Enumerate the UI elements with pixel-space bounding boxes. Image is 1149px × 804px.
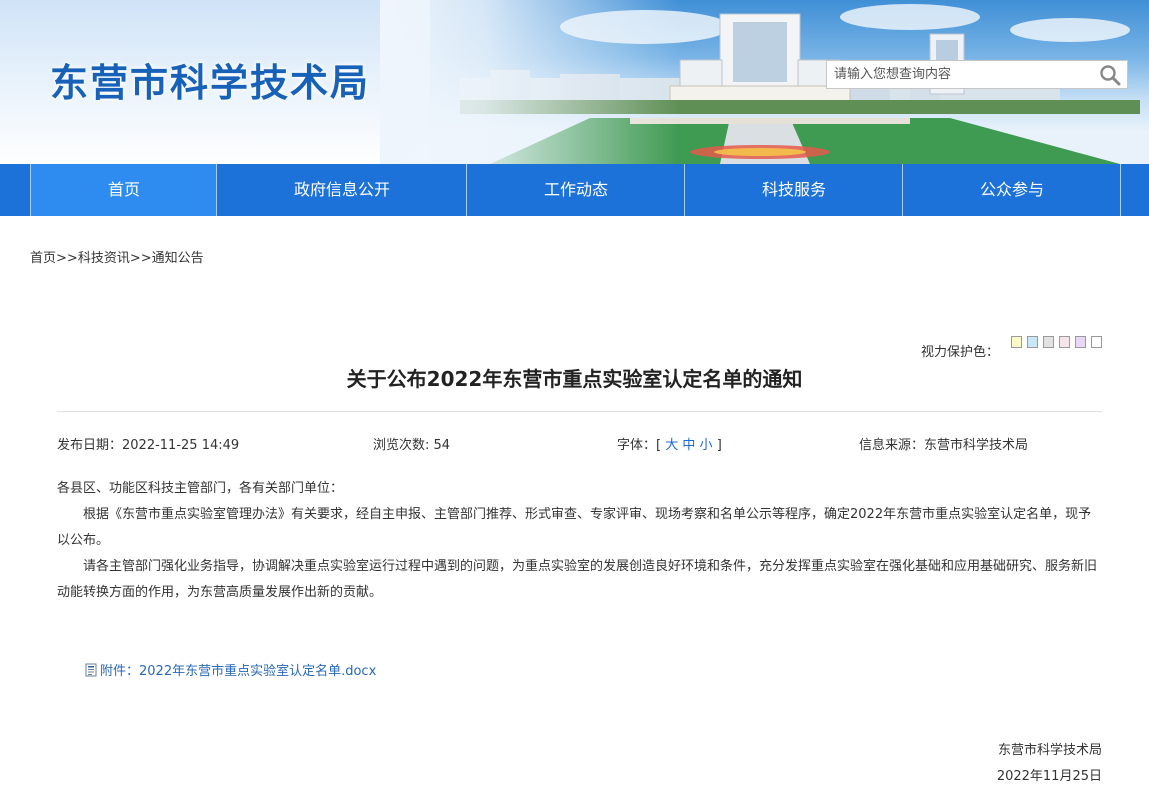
font-small-link[interactable]: 小 — [700, 438, 713, 453]
document-icon — [85, 663, 97, 677]
info-source: 信息来源：东营市科学技术局 — [859, 438, 1029, 453]
eye-protect-label: 视力保护色： — [921, 345, 1000, 360]
nav-item-tech-service[interactable]: 科技服务 — [684, 164, 903, 216]
paragraph: 请各主管部门强化业务指导，协调解决重点实验室运行过程中遇到的问题，为重点实验室的… — [57, 559, 1098, 600]
nav-item-work-news[interactable]: 工作动态 — [466, 164, 685, 216]
signature-date: 2022年11月25日 — [996, 769, 1102, 784]
breadcrumb-sep: >> — [129, 251, 152, 266]
eye-color-swatch[interactable] — [1011, 336, 1022, 348]
banner-fade — [380, 0, 680, 164]
article-title: 关于公布2022年东营市重点实验室认定名单的通知 — [346, 367, 803, 391]
paragraph: 根据《东营市重点实验室管理办法》有关要求，经自主申报、主管部门推荐、形式审查、专… — [57, 507, 1092, 548]
eye-color-swatch[interactable] — [1043, 336, 1054, 348]
breadcrumb: 首页>>科技资讯>>通知公告 — [30, 247, 204, 266]
eye-color-swatch[interactable] — [1059, 336, 1070, 348]
publish-date: 发布日期：2022-11-25 14:49 — [57, 438, 240, 453]
breadcrumb-sep: >> — [56, 251, 78, 266]
eye-color-swatch[interactable] — [1075, 336, 1086, 348]
breadcrumb-tech-news[interactable]: 科技资讯 — [78, 251, 130, 266]
eye-color-swatch[interactable] — [1091, 336, 1102, 348]
font-size-switcher: 字体：[ 大 中 小 ] — [617, 438, 722, 453]
breadcrumb-notices[interactable]: 通知公告 — [152, 251, 204, 266]
title-divider — [57, 411, 1102, 412]
site-title: 东营市科学技术局 — [50, 61, 371, 105]
search-box — [826, 60, 1128, 89]
main-nav: 首页 政府信息公开 工作动态 科技服务 公众参与 — [0, 164, 1149, 216]
nav-item-public[interactable]: 公众参与 — [902, 164, 1121, 216]
nav-item-home[interactable]: 首页 — [30, 164, 217, 216]
article-body: 各县区、功能区科技主管部门，各有关部门单位： 根据《东营市重点实验室管理办法》有… — [57, 476, 1102, 606]
nav-divider — [1120, 164, 1121, 216]
signature-org: 东营市科学技术局 — [997, 743, 1102, 758]
salutation: 各县区、功能区科技主管部门，各有关部门单位： — [57, 481, 344, 496]
nav-item-gov-info[interactable]: 政府信息公开 — [216, 164, 467, 216]
font-large-link[interactable]: 大 — [665, 438, 678, 453]
magnifier-icon[interactable] — [1099, 64, 1121, 86]
eye-color-swatch[interactable] — [1027, 336, 1038, 348]
attachment-link[interactable]: 附件：2022年东营市重点实验室认定名单.docx — [85, 660, 376, 679]
breadcrumb-home[interactable]: 首页 — [30, 251, 56, 266]
header-banner: 东营市科学技术局 — [0, 0, 1149, 164]
view-count: 浏览次数: 54 — [373, 438, 451, 453]
search-input[interactable] — [827, 61, 1087, 88]
font-medium-link[interactable]: 中 — [682, 438, 695, 453]
